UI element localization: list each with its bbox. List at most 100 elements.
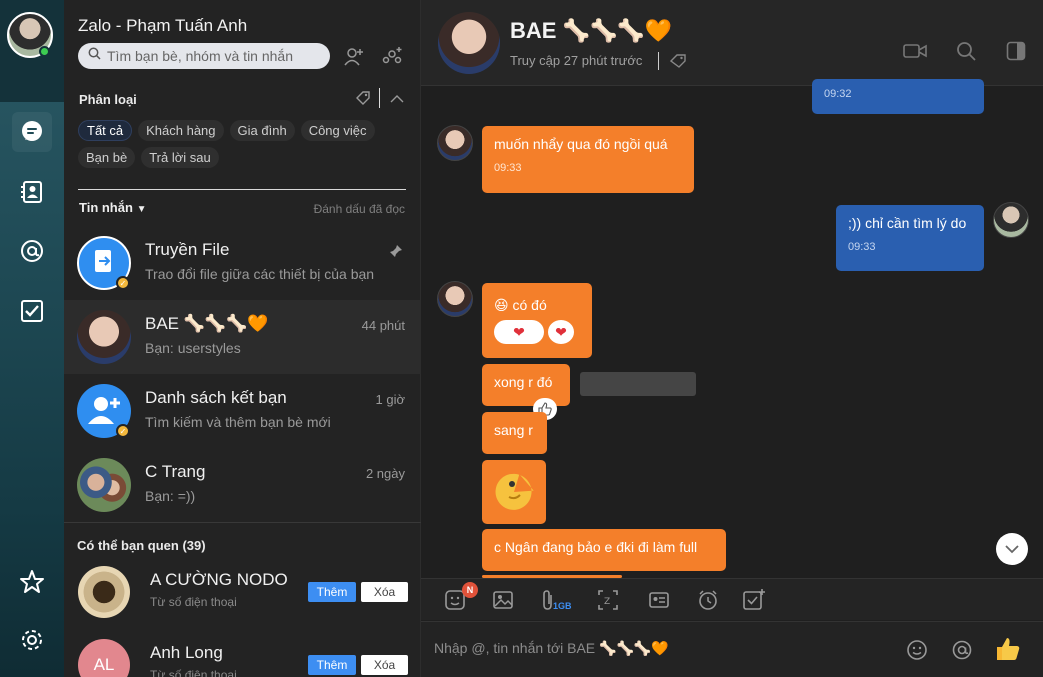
message-time: 09:33 xyxy=(494,162,522,174)
conversation-name: BAE 🦴🦴🦴🧡 xyxy=(145,314,269,333)
message-input[interactable] xyxy=(434,640,894,656)
conversation-item[interactable]: C Trang Bạn: =)) 2 ngày xyxy=(64,448,421,522)
scroll-to-bottom-button[interactable] xyxy=(996,533,1028,565)
filter-chips: Tất cả Khách hàng Gia đình Công việc Bạn… xyxy=(78,120,408,168)
contacts-nav-icon[interactable] xyxy=(12,172,52,212)
message-text: xong r đó xyxy=(494,374,553,390)
star-nav-icon[interactable] xyxy=(12,562,52,602)
chat-contact-status: Truy cập 27 phút trước xyxy=(510,53,643,68)
chip-work[interactable]: Công việc xyxy=(300,120,375,141)
remove-suggestion-button[interactable]: Xóa xyxy=(361,582,408,602)
message-text: có đó xyxy=(512,297,547,313)
conversation-preview: Bạn: userstyles xyxy=(145,340,241,356)
emoji-icon[interactable] xyxy=(906,639,928,666)
search-icon xyxy=(88,47,101,65)
messages-nav-icon[interactable] xyxy=(12,112,52,152)
suggestion-avatar xyxy=(78,566,130,618)
search-box[interactable] xyxy=(78,43,330,69)
message-bubble-incoming[interactable]: 😆 có đó ❤ ❤ xyxy=(482,283,592,358)
message-bubble-incoming[interactable]: sang r xyxy=(482,412,547,454)
conversation-time: 44 phút xyxy=(361,318,405,333)
message-text: ;)) chỉ cần tìm lý do xyxy=(848,215,967,231)
filter-label: Phân loại xyxy=(79,92,137,107)
toggle-sidebar-icon[interactable] xyxy=(1003,38,1029,64)
mention-icon[interactable] xyxy=(951,639,973,666)
add-friend-button[interactable]: Thêm xyxy=(308,582,356,602)
list-divider xyxy=(78,189,406,190)
message-time: 09:32 xyxy=(824,88,852,100)
suggestion-avatar: AL xyxy=(78,639,130,677)
contact-avatar xyxy=(77,458,131,512)
chat-contact-name: BAE 🦴🦴🦴🧡 xyxy=(510,18,673,43)
conversation-item[interactable]: ✓ Danh sách kết bạn Tìm kiếm và thêm bạn… xyxy=(64,374,421,448)
online-indicator xyxy=(39,46,50,57)
heart-reaction-icon[interactable]: ❤ xyxy=(494,320,544,344)
add-friend-button[interactable]: Thêm xyxy=(308,655,356,675)
sender-avatar[interactable] xyxy=(437,281,473,317)
conversation-item[interactable]: BAE 🦴🦴🦴🧡 Bạn: userstyles 44 phút xyxy=(64,300,421,374)
reminder-clock-icon[interactable] xyxy=(695,587,721,613)
video-call-icon[interactable] xyxy=(902,38,928,64)
search-input[interactable] xyxy=(107,48,327,64)
chat-contact-avatar[interactable] xyxy=(438,12,500,74)
chat-header: BAE 🦴🦴🦴🧡 Truy cập 27 phút trước xyxy=(421,0,1043,86)
heart-react-button[interactable]: ❤ xyxy=(548,320,574,344)
chip-reply-later[interactable]: Trả lời sau xyxy=(141,147,219,168)
pin-icon xyxy=(389,244,403,263)
chip-all[interactable]: Tất cả xyxy=(78,120,133,141)
status-separator xyxy=(658,52,659,70)
conversation-item[interactable]: ✓ Truyền File Trao đổi file giữa các thi… xyxy=(64,226,421,300)
message-action-toolbar[interactable] xyxy=(580,372,696,396)
todo-nav-icon[interactable] xyxy=(12,291,52,331)
create-group-icon[interactable] xyxy=(380,45,404,69)
message-bubble-outgoing[interactable]: 09:32 xyxy=(812,79,984,114)
message-bubble-incoming[interactable]: muốn nhẩy qua đó ngồi quá 09:33 xyxy=(482,126,694,193)
suggestion-source: Từ số điện thoại xyxy=(150,595,237,609)
image-icon[interactable] xyxy=(490,587,516,613)
chip-family[interactable]: Gia đình xyxy=(229,120,295,141)
verified-badge-icon: ✓ xyxy=(116,424,130,438)
mentions-nav-icon[interactable] xyxy=(12,231,52,271)
window-title: Zalo - Phạm Tuấn Anh xyxy=(78,16,248,35)
pacman-sticker-icon xyxy=(495,473,534,510)
mark-all-read-link[interactable]: Đánh dấu đã đọc xyxy=(314,202,405,216)
conversation-name: Truyền File xyxy=(145,240,230,259)
chip-friends[interactable]: Bạn bè xyxy=(78,147,136,168)
tag-icon[interactable] xyxy=(669,53,687,74)
filter-separator xyxy=(379,88,380,108)
laughing-emoji-icon: 😆 xyxy=(494,297,509,313)
conversation-preview: Trao đổi file giữa các thiết bị của bạn xyxy=(145,266,375,282)
suggestion-item: A CƯỜNG NODO Từ số điện thoại Thêm Xóa xyxy=(64,560,421,632)
chevron-down-icon: ▼ xyxy=(136,204,147,215)
remove-suggestion-button[interactable]: Xóa xyxy=(361,655,408,675)
message-text: sang r xyxy=(494,422,533,438)
sender-avatar[interactable] xyxy=(437,125,473,161)
new-sticker-badge: N xyxy=(462,582,478,598)
search-in-chat-icon[interactable] xyxy=(953,38,979,64)
thumbs-up-send-icon[interactable] xyxy=(994,635,1022,668)
contact-avatar xyxy=(77,310,131,364)
nav-rail xyxy=(0,0,64,677)
messages-tab[interactable]: Tin nhắn ▼ xyxy=(79,200,146,215)
conversation-sidebar: Zalo - Phạm Tuấn Anh Phân loại Tất cả Kh… xyxy=(64,0,421,677)
screenshot-icon[interactable]: Z xyxy=(595,587,621,613)
settings-gear-icon[interactable] xyxy=(12,620,52,660)
tag-settings-icon[interactable] xyxy=(355,90,371,111)
message-bubble-incoming[interactable]: c Ngân đang bảo e đki đi làm full xyxy=(482,529,726,571)
message-text: muốn nhẩy qua đó ngồi quá xyxy=(494,136,668,152)
assign-task-icon[interactable] xyxy=(741,587,767,613)
message-text: c Ngân đang bảo e đki đi làm full xyxy=(494,539,698,555)
message-bubble-outgoing[interactable]: ;)) chỉ cần tìm lý do 09:33 xyxy=(836,205,984,271)
message-bubble-sticker[interactable] xyxy=(482,460,546,524)
chip-customers[interactable]: Khách hàng xyxy=(138,120,224,141)
section-divider xyxy=(64,522,421,523)
conversation-preview: Tìm kiếm và thêm bạn bè mới xyxy=(145,414,331,430)
business-card-icon[interactable] xyxy=(646,587,672,613)
add-friend-icon[interactable] xyxy=(342,45,366,69)
collapse-chevron-icon[interactable] xyxy=(390,91,404,109)
suggestion-name: A CƯỜNG NODO xyxy=(150,570,288,589)
svg-text:Z: Z xyxy=(604,597,610,607)
message-bubble-incoming[interactable]: xong r đó xyxy=(482,364,570,406)
suggestion-name: Anh Long xyxy=(150,643,223,662)
conversation-time: 1 giờ xyxy=(375,392,406,407)
